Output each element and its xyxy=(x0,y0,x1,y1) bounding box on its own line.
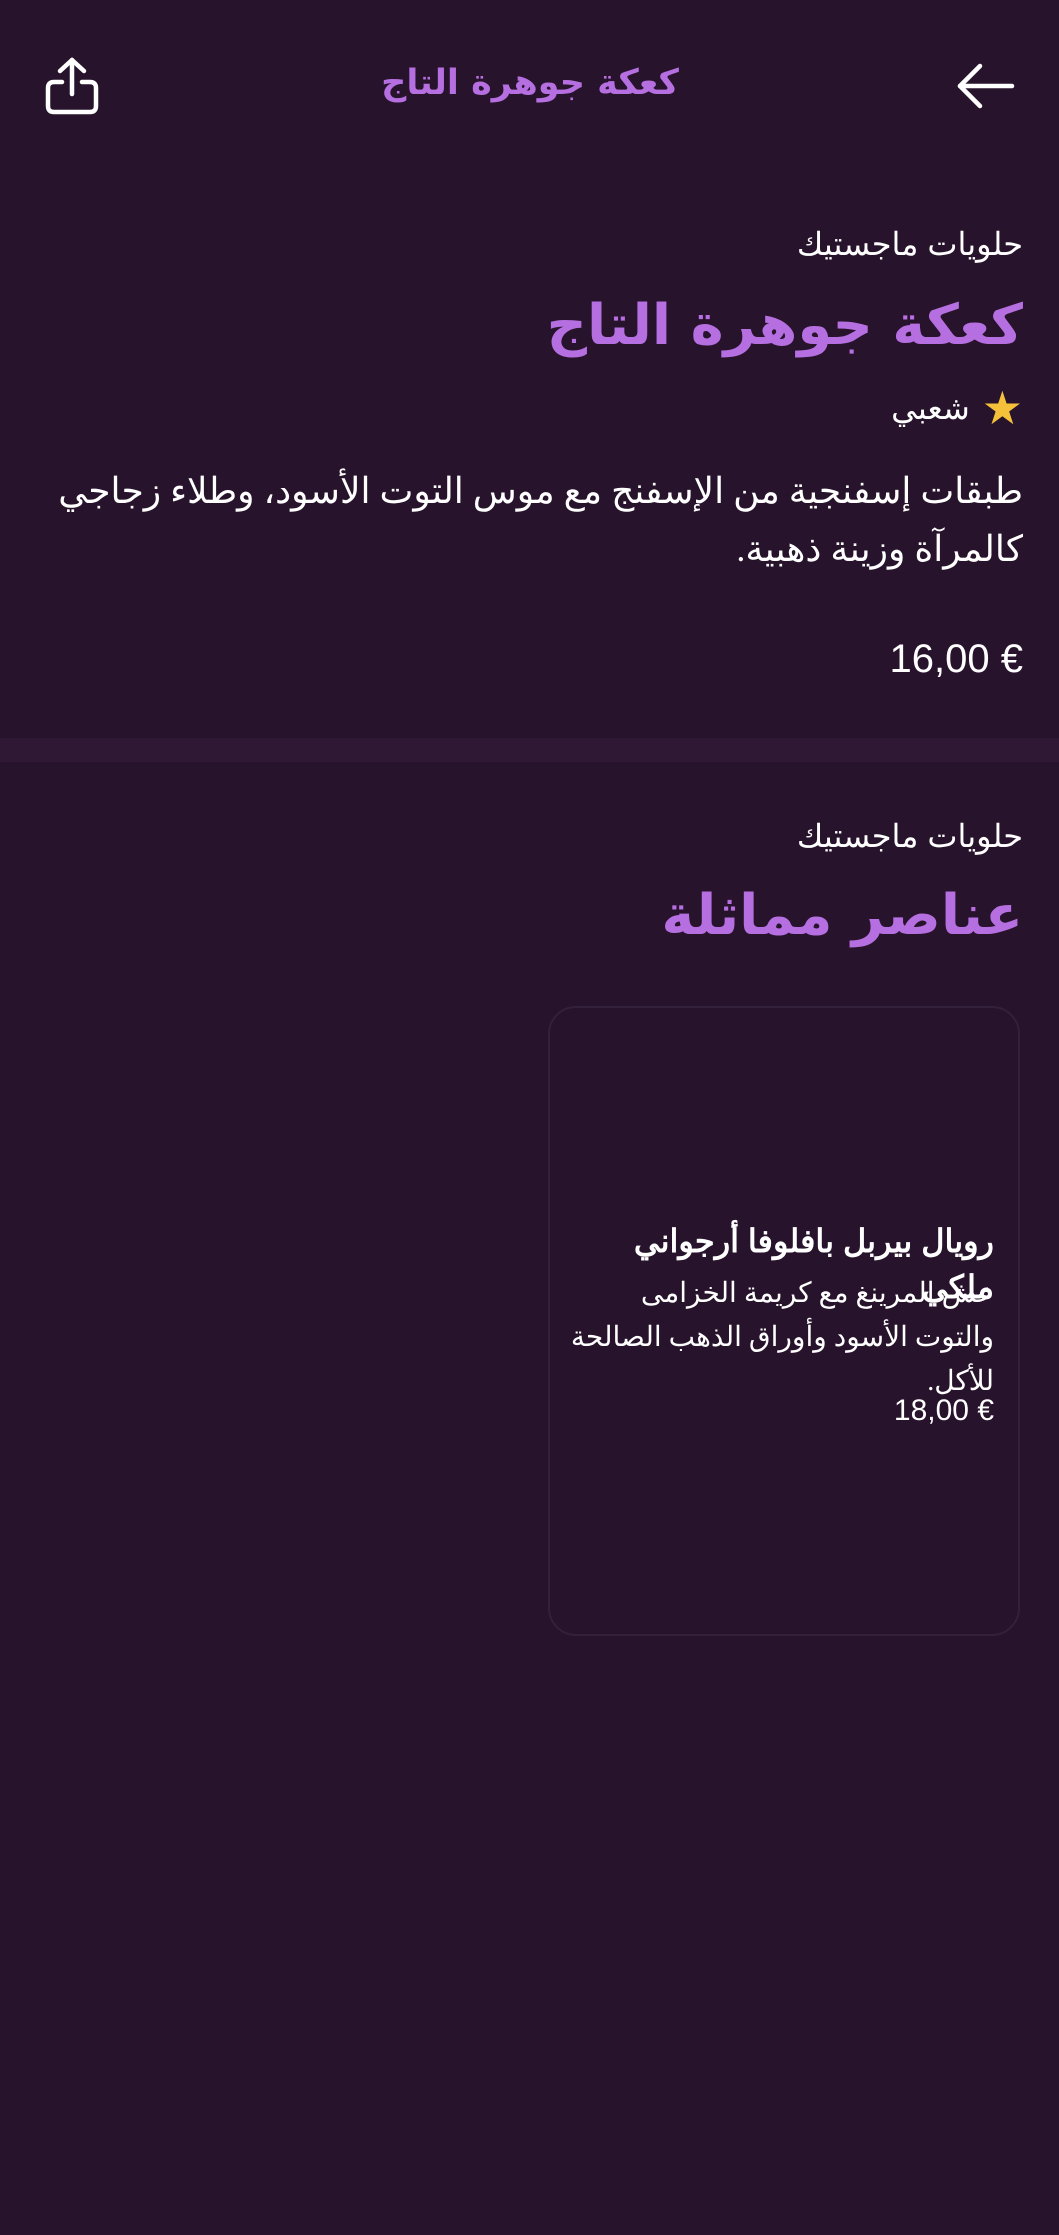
similar-item-card[interactable]: رويال بيربل بافلوفا أرجواني ملكي عش المر… xyxy=(548,1006,1020,1636)
product-title: كعكة جوهرة التاج xyxy=(546,293,1023,358)
section-divider xyxy=(0,738,1059,762)
top-bar: كعكة جوهرة التاج xyxy=(0,0,1059,170)
product-description: طبقات إسفنجية من الإسفنج مع موس التوت ال… xyxy=(58,471,1023,569)
similar-item-description: عش المرينغ مع كريمة الخزامى والتوت الأسو… xyxy=(570,1278,994,1397)
page-title: كعكة جوهرة التاج xyxy=(381,63,679,103)
similar-items-heading: عناصر مماثلة xyxy=(661,883,1023,948)
popularity-badge: ★ شعبي xyxy=(891,384,1023,432)
similar-item-price: 18,00 € xyxy=(893,1394,994,1427)
star-icon: ★ xyxy=(981,382,1023,434)
arrow-left-icon xyxy=(957,63,1015,109)
product-section: حلويات ماجستيك كعكة جوهرة التاج ★ شعبي ط… xyxy=(0,200,1059,740)
product-detail-page: كعكة جوهرة التاج حلويات ماجستيك كعكة جوه… xyxy=(0,0,1059,2235)
badge-label: شعبي xyxy=(891,390,970,426)
similar-brand-name: حلويات ماجستيك xyxy=(796,818,1023,854)
similar-items-section: حلويات ماجستيك عناصر مماثلة رويال بيربل … xyxy=(0,762,1059,1862)
share-button[interactable] xyxy=(36,50,108,122)
share-icon xyxy=(45,57,99,115)
product-price: 16,00 € xyxy=(889,637,1023,681)
brand-name: حلويات ماجستيك xyxy=(796,226,1023,262)
back-button[interactable] xyxy=(950,50,1022,122)
